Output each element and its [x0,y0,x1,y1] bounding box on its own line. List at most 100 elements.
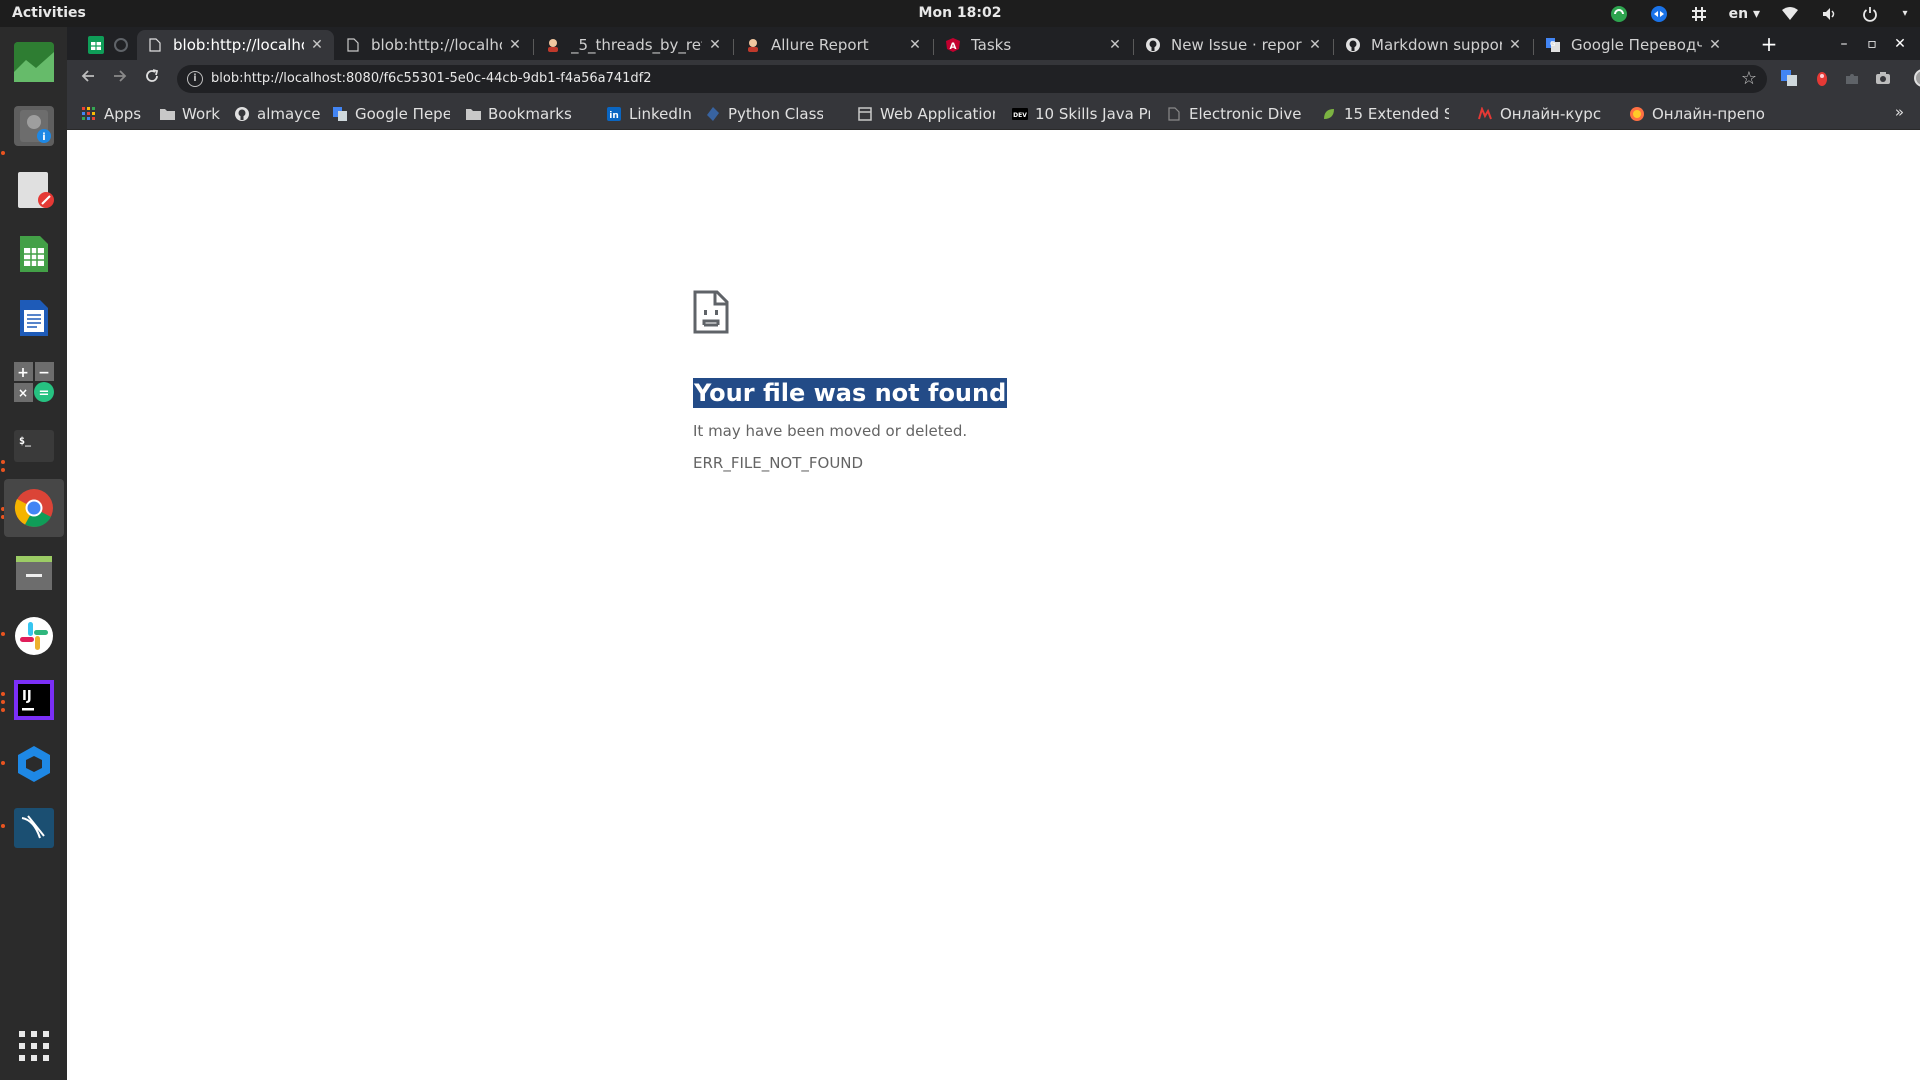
dock-text-editor[interactable] [4,161,64,219]
bookmark-almayce[interactable]: almayce [234,104,321,124]
dock-mysql-workbench[interactable] [4,799,64,857]
close-icon[interactable]: ✕ [908,37,922,53]
close-icon[interactable]: ✕ [310,37,324,53]
tab-markdown-support[interactable]: Markdown support ✕ [1335,30,1532,60]
back-button[interactable] [75,66,101,92]
tab-title: Markdown support [1371,36,1502,54]
tab-allure-report[interactable]: Allure Report ✕ [735,30,932,60]
dock-libreoffice-calc[interactable] [4,225,64,283]
close-icon[interactable]: ✕ [708,37,722,53]
tab-tasks[interactable]: A Tasks ✕ [935,30,1132,60]
extension-red-icon[interactable] [1812,68,1832,88]
google-sheets-icon [88,36,104,54]
maximize-button[interactable]: ▫ [1859,31,1885,57]
minimize-button[interactable]: – [1831,31,1857,57]
extension-puzzle-icon[interactable] [1842,68,1862,88]
calculator-icon: + − × = [14,362,54,402]
bookmark-work[interactable]: Work [159,104,220,124]
folder-icon [159,106,175,122]
apps-grid-icon [14,1026,54,1066]
courses-icon [1477,106,1493,122]
close-window-button[interactable]: ✕ [1887,31,1913,57]
tab-separator [533,39,534,55]
slack-tray-icon[interactable] [1689,4,1709,24]
tab-title: Tasks [971,36,1012,54]
page-content: Your file was not found It may have been… [67,130,1920,1080]
close-icon[interactable]: ✕ [1708,37,1722,53]
tab-title: blob:http://localhost:8080/f6c55301 [173,36,304,54]
bookmark-web-applications[interactable]: Web Applications [857,104,995,124]
reload-button[interactable] [139,66,165,92]
close-icon[interactable]: ✕ [1308,37,1322,53]
bookmark-online-courses[interactable]: Онлайн-курсы [1477,104,1601,124]
power-icon[interactable] [1860,4,1880,24]
close-icon[interactable]: ✕ [508,37,522,53]
bookmark-electronic-diver[interactable]: Electronic Diver [1166,104,1301,124]
wifi-icon[interactable] [1780,4,1800,24]
tab-blob-active[interactable]: blob:http://localhost:8080/f6c55301 ✕ [137,30,334,60]
web-icon [857,106,873,122]
show-applications-button[interactable] [4,1017,64,1075]
address-bar[interactable]: i blob:http://localhost:8080/f6c55301-5e… [177,65,1767,93]
dock-calculator[interactable]: + − × = [4,353,64,411]
dock-slack[interactable] [4,607,64,665]
error-heading: Your file was not found [693,378,1008,408]
spreadsheet-icon [14,234,54,274]
recycle-icon[interactable] [1609,4,1629,24]
dock-disks[interactable]: i [4,97,64,155]
bookmark-python-class[interactable]: Python Class Attributes [705,104,823,124]
dock-app-hexagon[interactable] [4,735,64,793]
tab-separator [933,39,934,55]
tab-separator [1533,39,1534,55]
browser-toolbar: i blob:http://localhost:8080/f6c55301-5e… [67,60,1920,97]
volume-icon[interactable] [1820,4,1840,24]
translate-extension-icon[interactable] [1779,68,1799,88]
bookmark-google-translate[interactable]: Google Перевод [332,104,450,124]
tab-threads[interactable]: _5_threads_by_refresh ✕ [535,30,732,60]
url-text[interactable]: blob:http://localhost:8080/f6c55301-5e0c… [211,71,652,86]
error-code: ERR_FILE_NOT_FOUND [693,454,864,472]
tab-title: Google Переводчик [1571,36,1702,54]
bookmark-bookmarks-folder[interactable]: Bookmarks [465,104,572,124]
bookmark-apps[interactable]: Apps [81,104,141,124]
tab-blob-2[interactable]: blob:http://localhost:8080 ✕ [335,30,532,60]
dock-files[interactable] [4,543,64,601]
close-icon[interactable]: ✕ [1508,37,1522,53]
profile-avatar-icon[interactable] [1913,68,1920,88]
sad-file-icon [693,290,729,334]
dock-terminal[interactable]: $_ [4,417,64,475]
bookmark-linkedin[interactable]: in LinkedIn [606,104,692,124]
dock-chrome[interactable] [4,479,64,537]
bookmark-online-tutor[interactable]: Онлайн-преподаватель [1629,104,1765,124]
teamviewer-icon[interactable] [1649,4,1669,24]
svg-text:−: − [38,365,50,381]
svg-text:A: A [950,42,957,52]
page-icon [147,37,163,53]
chrome-icon [14,488,54,528]
info-icon[interactable]: i [187,71,203,87]
svg-text:i: i [42,132,45,143]
new-tab-button[interactable]: + [1757,33,1781,57]
bookmarks-overflow-chevron-icon[interactable]: » [1895,103,1904,121]
dock-intellij[interactable]: IJ [4,671,64,729]
language-selector[interactable]: en ▾ [1729,6,1760,22]
tab-title: blob:http://localhost:8080 [371,36,502,54]
bookmark-star-icon[interactable]: ☆ [1741,68,1757,89]
pinned-tab-sheets[interactable] [84,33,108,57]
bookmark-10-skills-java[interactable]: DEV 10 Skills Java Programmers [1012,104,1150,124]
svg-text:IJ: IJ [22,689,32,704]
close-icon[interactable]: ✕ [1108,37,1122,53]
bookmark-15-extended[interactable]: 15 Extended Slides [1321,104,1449,124]
pinned-tab-loading[interactable] [109,33,133,57]
dock-libreoffice-writer[interactable] [4,289,64,347]
chevron-down-icon[interactable]: ▾ [1900,4,1910,24]
tab-new-issue[interactable]: New Issue · reportportal ✕ [1135,30,1332,60]
gnome-top-bar: Activities Mon 18:02 en ▾ ▾ [0,0,1920,27]
error-block: Your file was not found It may have been… [693,290,1333,472]
error-subtitle: It may have been moved or deleted. [693,422,968,440]
dock-system-monitor[interactable] [4,33,64,91]
forward-button[interactable] [107,66,133,92]
file-manager-icon [14,552,54,592]
tab-google-translate[interactable]: G Google Переводчик ✕ [1535,30,1732,60]
camera-extension-icon[interactable] [1873,68,1893,88]
